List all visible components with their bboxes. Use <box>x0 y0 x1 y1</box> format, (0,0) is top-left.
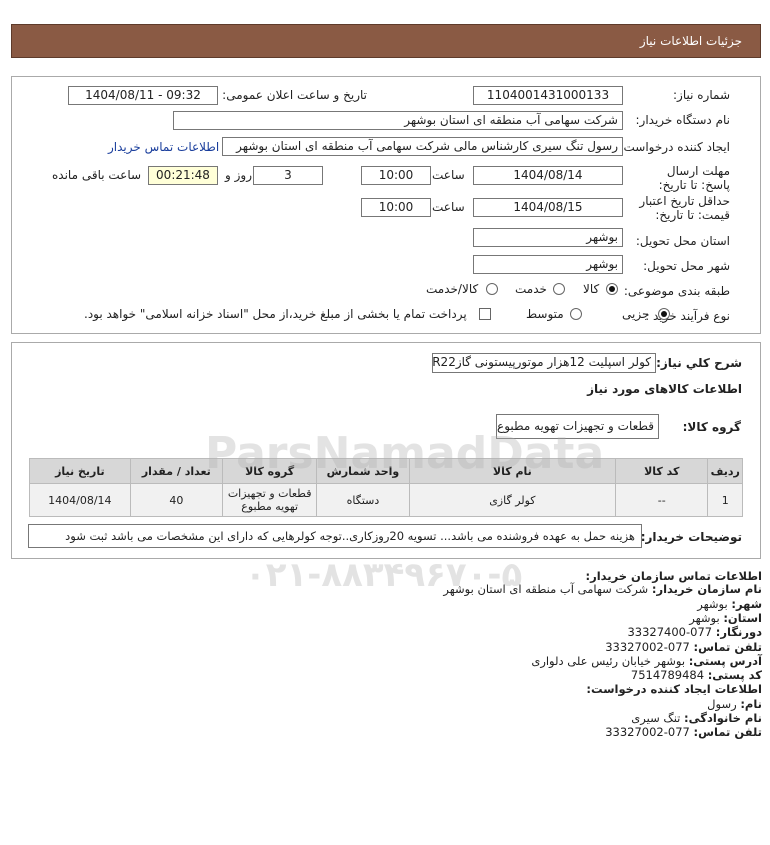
creator-name: نام: رسول <box>707 697 762 711</box>
category-option-both: کالا/خدمت <box>426 282 479 296</box>
days-field: 3 <box>253 166 323 185</box>
cell-code: -- <box>615 483 709 517</box>
process-option-medium: متوسط <box>526 307 564 321</box>
category-radio-service[interactable] <box>553 283 565 295</box>
need-desc-label: شرح کلي نياز: <box>656 356 742 370</box>
need-number-field: 1104001431000133 <box>473 86 623 105</box>
cell-group: قطعات و تجهیزات تهویه مطبوع <box>221 483 318 517</box>
col-header-date: تاریخ نیاز <box>29 458 131 484</box>
cell-unit: دستگاه <box>316 483 410 517</box>
delivery-city-field: بوشهر <box>473 255 623 274</box>
delivery-city-label: شهر محل تحویل: <box>643 259 730 273</box>
buyer-notes-label: توضیحات خریدار: <box>640 530 742 544</box>
cell-date: 1404/08/14 <box>29 483 131 517</box>
process-radio-medium[interactable] <box>570 308 582 320</box>
page: جزئیات اطلاعات نیاز شماره نیاز: 11040014… <box>0 0 770 845</box>
payment-note: پرداخت تمام یا بخشی از مبلغ خرید،از محل … <box>84 307 467 321</box>
delivery-province-field: بوشهر <box>473 228 623 247</box>
treasury-checkbox[interactable] <box>479 308 491 320</box>
table-row: 1 -- کولر گازی دستگاه قطعات و تجهیزات ته… <box>29 483 743 517</box>
cell-name: کولر گازی <box>408 483 617 517</box>
delivery-province-label: استان محل تحویل: <box>635 234 730 248</box>
buyer-org-label: نام دستگاه خریدار: <box>635 113 731 127</box>
category-radio-both[interactable] <box>486 283 498 295</box>
contact-title: اطلاعات تماس سازمان خریدار: <box>585 569 762 583</box>
validity-label: حداقل تاریخ اعتبار قیمت: تا تاریخ: <box>639 194 730 222</box>
title-bar: جزئیات اطلاعات نیاز <box>11 24 761 58</box>
buyer-org-field: شرکت سهامی آب منطقه ای استان بوشهر <box>173 111 623 130</box>
goods-group-label: گروه کالا: <box>682 420 741 434</box>
col-header-code: کد کالا <box>615 458 709 484</box>
creator-field: رسول تنگ سیری کارشناس مالی شرکت سهامی آب… <box>222 137 623 156</box>
cell-qty: 40 <box>129 483 223 517</box>
category-option-service: خدمت <box>515 282 547 296</box>
buyer-contact-link[interactable]: اطلاعات تماس خریدار <box>108 140 219 154</box>
contact-postal: کد پستی: 7514789484 <box>630 668 762 682</box>
process-radio-minor[interactable] <box>658 308 670 320</box>
remaining-label: ساعت باقی مانده <box>52 168 142 182</box>
remaining-timer: 00:21:48 <box>148 166 218 185</box>
contact-phone: تلفن تماس: 077-33327002 <box>605 640 762 654</box>
announce-field: 1404/08/11 - 09:32 <box>68 86 218 105</box>
deadline-label: مهلت ارسال پاسخ: تا تاریخ: <box>658 164 730 192</box>
contact-address: آدرس پستی: بوشهر خیابان رئیس علی دلواری <box>531 654 762 668</box>
cell-row: 1 <box>707 483 743 517</box>
page-title: جزئیات اطلاعات نیاز <box>639 34 742 48</box>
days-label: روز و <box>225 168 252 182</box>
need-desc-field: کولر اسپلیت 12هزار موتورپیستونی گازR22 <box>432 353 656 373</box>
creator-family: نام خانوادگی: تنگ سیری <box>631 711 762 725</box>
creator-label: ایجاد کننده درخواست: <box>619 140 730 154</box>
validity-date-field: 1404/08/15 <box>473 198 623 217</box>
validity-time-label: ساعت <box>432 200 465 214</box>
need-number-label: شماره نیاز: <box>673 88 730 102</box>
contact-fax: دورنگار: 077-33327400 <box>627 625 762 639</box>
category-option-goods: کالا <box>583 282 600 296</box>
validity-time-field: 10:00 <box>361 198 431 217</box>
category-label: طبقه بندی موضوعی: <box>623 284 730 298</box>
announce-label: تاریخ و ساعت اعلان عمومی: <box>222 88 367 102</box>
process-option-minor: جزیی <box>622 307 650 321</box>
creator-title: اطلاعات ایجاد کننده درخواست: <box>586 682 762 696</box>
creator-phone: تلفن تماس: 077-33327002 <box>605 725 762 739</box>
col-header-row: ردیف <box>707 458 743 484</box>
category-radio-goods[interactable] <box>606 283 618 295</box>
goods-info-heading: اطلاعات کالاهای مورد نیاز <box>587 382 742 396</box>
contact-org: نام سازمان خریدار: شرکت سهامی آب منطقه ا… <box>443 582 762 596</box>
contact-province: استان: بوشهر <box>689 611 762 625</box>
deadline-date-field: 1404/08/14 <box>473 166 623 185</box>
contact-city: شهر: بوشهر <box>697 597 762 611</box>
deadline-time-field: 10:00 <box>361 166 431 185</box>
deadline-time-label: ساعت <box>432 168 465 182</box>
buyer-notes-field: هزینه حمل به عهده فروشنده می باشد... تسو… <box>28 524 642 548</box>
watermark-brand: ParsNamadData <box>205 428 605 479</box>
